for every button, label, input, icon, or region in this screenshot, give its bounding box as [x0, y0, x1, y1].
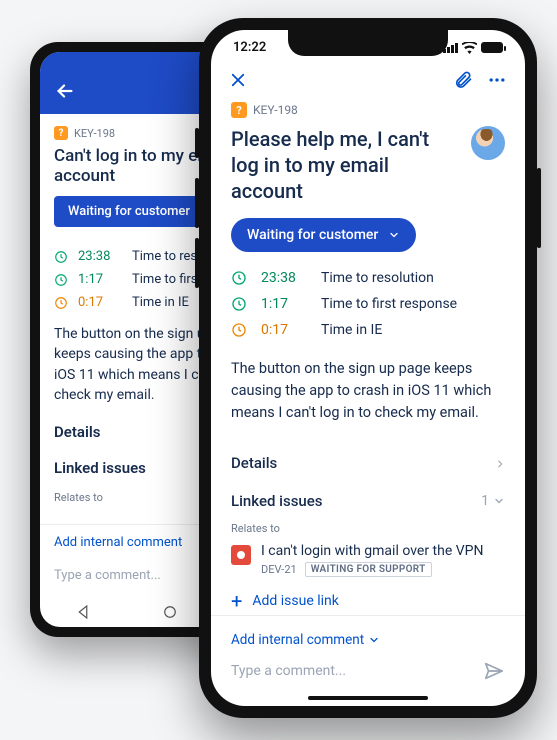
reporter-avatar[interactable]: [471, 126, 505, 160]
request-type-icon: ?: [54, 126, 68, 140]
sla-block: 23:38 Time to resolution 1:17 Time to fi…: [231, 270, 505, 338]
sla-time: 1:17: [261, 296, 307, 312]
plus-icon: +: [231, 591, 242, 611]
linked-count: 1: [481, 493, 505, 509]
top-toolbar: [211, 57, 525, 98]
details-section-header[interactable]: Details: [231, 443, 505, 482]
close-button[interactable]: [229, 67, 247, 92]
sla-label: Time to resolution: [321, 270, 434, 286]
sla-row: 1:17 Time to first response: [231, 296, 505, 312]
status-label: Waiting for customer: [68, 204, 190, 219]
status-time: 12:22: [233, 40, 266, 55]
add-issue-link-label: Add issue link: [252, 593, 339, 609]
footer: Add internal comment Type a comment...: [211, 615, 525, 706]
iphone-screen: 12:22 ?: [211, 30, 525, 706]
sla-row: 23:38 Time to resolution: [231, 270, 505, 286]
ios-home-indicator: [308, 696, 428, 700]
issue-key: KEY-198: [253, 103, 298, 117]
back-icon[interactable]: [54, 80, 76, 99]
request-type-icon: ?: [231, 102, 247, 118]
sla-time: 1:17: [78, 272, 122, 287]
comment-composer[interactable]: Type a comment...: [231, 658, 505, 690]
sla-label: Time to first response: [321, 296, 457, 312]
relates-to-label: Relates to: [231, 522, 505, 535]
status-dropdown[interactable]: Waiting for customer: [231, 218, 416, 252]
issue-description: The button on the sign up page keeps cau…: [231, 358, 505, 423]
sla-time: 23:38: [78, 249, 122, 264]
iphone-volume-down: [195, 238, 199, 288]
linked-issue-summary: I can't login with gmail over the VPN: [261, 543, 505, 559]
wifi-icon: [462, 42, 477, 54]
linked-issue-status: WAITING FOR SUPPORT: [305, 562, 432, 577]
issue-key: KEY-198: [74, 127, 115, 140]
clock-icon: [231, 296, 247, 312]
add-internal-comment-button[interactable]: Add internal comment: [231, 626, 505, 658]
iphone-mute-switch: [195, 128, 199, 158]
status-label: Waiting for customer: [247, 227, 378, 243]
sla-label: Time in IE: [321, 322, 382, 338]
more-icon[interactable]: [487, 69, 507, 90]
sla-time: 23:38: [261, 270, 307, 286]
sla-time: 0:17: [78, 295, 122, 310]
linked-issues-section-header[interactable]: Linked issues 1: [231, 482, 505, 520]
section-label: Linked issues: [231, 492, 323, 510]
android-home-icon[interactable]: [161, 603, 179, 621]
issue-type-bug-icon: [231, 545, 251, 565]
battery-icon: [481, 42, 503, 53]
comment-placeholder: Type a comment...: [231, 663, 346, 679]
section-label: Details: [231, 454, 277, 472]
issue-key-row: ? KEY-198: [231, 102, 505, 118]
send-icon[interactable]: [483, 660, 505, 682]
iphone-volume-up: [195, 178, 199, 228]
linked-issue-key: DEV-21: [261, 563, 297, 576]
issue-title: Please help me, I can't log in to my ema…: [231, 126, 461, 204]
iphone-power-button: [537, 168, 541, 248]
chevron-right-icon: [495, 453, 505, 472]
android-back-icon[interactable]: [74, 603, 92, 621]
sla-time: 0:17: [261, 322, 307, 338]
attachment-icon[interactable]: [453, 69, 473, 90]
add-issue-link-button[interactable]: + Add issue link: [231, 591, 505, 611]
sla-row: 0:17 Time in IE: [231, 322, 505, 338]
chevron-down-icon: [368, 634, 380, 646]
issue-content: ? KEY-198 Please help me, I can't log in…: [211, 98, 525, 615]
chevron-down-icon: [493, 495, 505, 507]
iphone-frame: 12:22 ?: [199, 18, 537, 718]
chevron-down-icon: [388, 229, 400, 241]
sla-label: Time in IE: [132, 295, 189, 310]
iphone-notch: [288, 30, 448, 56]
clock-icon: [231, 322, 247, 338]
status-button[interactable]: Waiting for customer: [54, 196, 204, 227]
clock-icon: [231, 270, 247, 286]
linked-issue-card[interactable]: I can't login with gmail over the VPN DE…: [231, 543, 505, 577]
